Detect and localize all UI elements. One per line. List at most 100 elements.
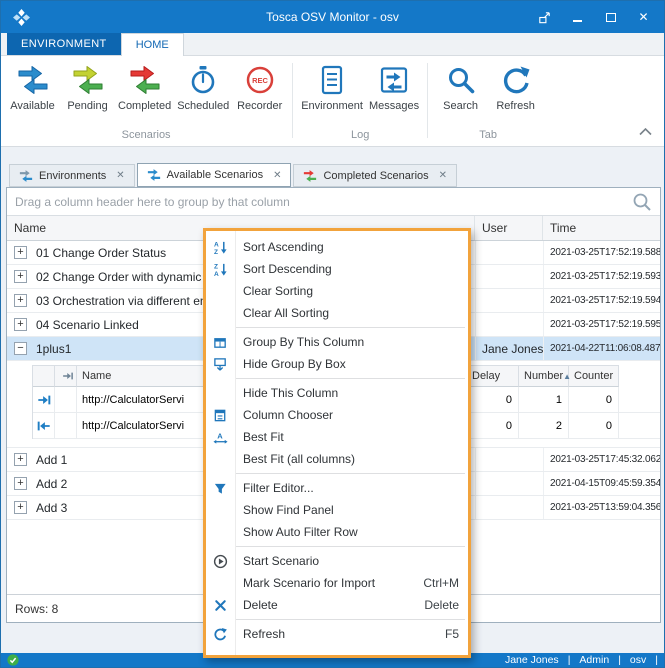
expand-button[interactable]: +: [14, 318, 27, 331]
tab-close-icon[interactable]: ✕: [439, 170, 447, 181]
menu-item-label: Column Chooser: [243, 408, 333, 422]
scheduled-button[interactable]: Scheduled: [174, 59, 232, 126]
menu-item-sort-descending[interactable]: ZA Sort Descending: [206, 258, 468, 280]
row-user: [475, 265, 543, 288]
row-name: 04 Scenario Linked: [36, 318, 139, 332]
ribbon-collapse-icon[interactable]: [639, 128, 652, 136]
expand-button[interactable]: +: [14, 453, 27, 466]
minimize-button[interactable]: [563, 6, 592, 28]
menu-item-hide-this-column[interactable]: Hide This Column: [206, 382, 468, 404]
expand-button[interactable]: +: [14, 501, 27, 514]
row-time: 2021-03-25T17:52:19.593: [543, 265, 660, 288]
tosca-logo-icon: [13, 9, 30, 26]
menu-item-best-fit-all-columns[interactable]: Best Fit (all columns): [206, 448, 468, 470]
menu-item-refresh[interactable]: Refresh F5: [206, 623, 468, 645]
menu-item-delete[interactable]: Delete Delete: [206, 594, 468, 616]
doc-tab-available-scenarios[interactable]: Available Scenarios ✕: [137, 163, 292, 187]
collapse-button[interactable]: −: [14, 342, 27, 355]
search-icon: [445, 64, 477, 96]
expand-button[interactable]: +: [14, 477, 27, 490]
menu-item-show-auto-filter-row[interactable]: Show Auto Filter Row: [206, 521, 468, 543]
menu-item-filter-editor[interactable]: Filter Editor...: [206, 477, 468, 499]
menu-item-hide-group-by-box[interactable]: Hide Group By Box: [206, 353, 468, 375]
menu-item-label: Show Find Panel: [243, 503, 334, 517]
detail-column-number[interactable]: Number ▲: [519, 365, 569, 387]
refresh-button[interactable]: Refresh: [488, 59, 543, 126]
menu-item-sort-ascending[interactable]: AZ Sort Ascending: [206, 236, 468, 258]
recorder-button[interactable]: REC Recorder: [232, 59, 287, 126]
ribbon-group-label-tab: Tab: [433, 126, 543, 146]
available-icon: [17, 64, 49, 96]
row-name: 03 Orchestration via different end: [36, 294, 213, 308]
button-label: Refresh: [496, 100, 535, 112]
expand-button[interactable]: +: [14, 294, 27, 307]
menu-item-mark-scenario-for-import[interactable]: Mark Scenario for Import Ctrl+M: [206, 572, 468, 594]
menu-item-clear-sorting[interactable]: Clear Sorting: [206, 280, 468, 302]
column-header-time[interactable]: Time: [543, 216, 660, 240]
tab-close-icon[interactable]: ✕: [116, 170, 124, 181]
column-header-user[interactable]: User: [475, 216, 543, 240]
arrow-out-icon: [37, 419, 51, 433]
tab-environment[interactable]: ENVIRONMENT: [7, 33, 121, 55]
menu-separator: [236, 619, 465, 620]
group-by-panel: Drag a column header here to group by th…: [7, 188, 660, 216]
menu-item-label: Clear All Sorting: [243, 306, 329, 320]
ribbon-group-label-scenarios: Scenarios: [5, 126, 287, 146]
row-time: 2021-03-25T13:59:04.356: [543, 496, 660, 519]
maximize-button[interactable]: [596, 6, 625, 28]
ribbon-group-log: Environment Messages Log: [298, 59, 422, 146]
menu-item-label: Sort Ascending: [243, 240, 324, 254]
menu-item-label: Start Scenario: [243, 554, 319, 568]
tab-home[interactable]: HOME: [121, 33, 184, 56]
row-name: 01 Change Order Status: [36, 246, 166, 260]
detail-direction-header[interactable]: [55, 365, 77, 387]
bring-to-front-button[interactable]: [530, 6, 559, 28]
doc-tab-label: Completed Scenarios: [323, 170, 428, 182]
expand-button[interactable]: +: [14, 246, 27, 259]
doc-tab-label: Environments: [39, 170, 106, 182]
menu-item-column-chooser[interactable]: Column Chooser: [206, 404, 468, 426]
hide-group-box-icon: [206, 357, 235, 372]
status-separator: |: [655, 654, 658, 666]
title-bar: Tosca OSV Monitor - osv ✕: [1, 1, 664, 33]
close-button[interactable]: ✕: [629, 6, 658, 28]
row-time: 2021-03-25T17:52:19.594: [543, 289, 660, 312]
pending-button[interactable]: Pending: [60, 59, 115, 126]
menu-item-label: Clear Sorting: [243, 284, 313, 298]
search-button[interactable]: Search: [433, 59, 488, 126]
row-user: Jane Jones: [475, 337, 543, 360]
menu-separator: [236, 327, 465, 328]
detail-row-number: 1: [519, 387, 569, 412]
detail-column-delay[interactable]: Delay: [467, 365, 519, 387]
menu-item-best-fit[interactable]: A Best Fit: [206, 426, 468, 448]
menu-item-show-find-panel[interactable]: Show Find Panel: [206, 499, 468, 521]
messages-button[interactable]: Messages: [366, 59, 422, 126]
direction-column-icon: [62, 370, 74, 382]
grid-search-icon[interactable]: [632, 192, 652, 212]
button-label: Search: [443, 100, 478, 112]
svg-text:A: A: [214, 271, 219, 277]
available-button[interactable]: Available: [5, 59, 60, 126]
menu-item-label: Mark Scenario for Import: [243, 576, 375, 590]
menu-item-group-by-this-column[interactable]: Group By This Column: [206, 331, 468, 353]
expand-button[interactable]: +: [14, 270, 27, 283]
doc-tab-environments[interactable]: Environments ✕: [9, 164, 135, 187]
status-separator: |: [618, 654, 621, 666]
button-label: Scheduled: [177, 100, 229, 112]
detail-direction-cell: [55, 387, 77, 412]
status-user: Jane Jones: [505, 654, 559, 666]
column-chooser-icon: [206, 408, 235, 423]
environment-button[interactable]: Environment: [298, 59, 366, 126]
row-name: 1plus1: [36, 342, 71, 356]
doc-tab-completed-scenarios[interactable]: Completed Scenarios ✕: [293, 164, 457, 187]
menu-item-start-scenario[interactable]: Start Scenario: [206, 550, 468, 572]
tab-close-icon[interactable]: ✕: [273, 170, 281, 181]
menu-item-clear-all-sorting[interactable]: Clear All Sorting: [206, 302, 468, 324]
detail-column-counter[interactable]: Counter: [569, 365, 619, 387]
detail-row-delay: 0: [467, 387, 519, 412]
refresh-small-icon: [206, 627, 235, 642]
row-user: [475, 496, 543, 519]
menu-item-label: Hide This Column: [243, 386, 338, 400]
completed-button[interactable]: Completed: [115, 59, 174, 126]
ribbon-tab-strip: ENVIRONMENT HOME: [1, 33, 664, 56]
